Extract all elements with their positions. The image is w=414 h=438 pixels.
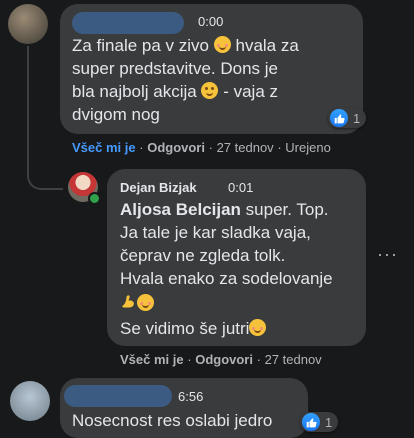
reply-age[interactable]: 27 tednov <box>265 352 322 367</box>
reaction-count: 1 <box>325 414 333 430</box>
more-icon[interactable]: ··· <box>377 244 398 265</box>
like-link[interactable]: Všeč mi je <box>120 352 184 367</box>
thread-line <box>27 46 29 164</box>
reply-actions: Všeč mi je · Odgovori · 27 tednov <box>120 352 322 367</box>
thumbs-up-icon <box>330 109 348 127</box>
like-link[interactable]: Všeč mi je <box>72 140 136 155</box>
thread-curve <box>27 150 63 190</box>
blush-emoji-icon <box>137 294 154 311</box>
reply-text: Aljosa Belcijan super. Top. Ja tale je k… <box>120 200 333 338</box>
redacted-author <box>72 12 184 34</box>
reply-author[interactable]: Dejan Bizjak <box>120 180 197 195</box>
wink-emoji-icon <box>201 82 219 99</box>
muscle-emoji-icon <box>120 293 137 316</box>
avatar[interactable] <box>8 4 48 44</box>
blush-emoji-icon <box>213 36 231 53</box>
reaction-count: 1 <box>353 110 361 126</box>
reply-time: 0:01 <box>228 180 254 195</box>
blush-emoji-icon <box>249 319 267 336</box>
thumbs-up-icon <box>302 413 320 431</box>
redacted-author <box>64 385 172 407</box>
comment-actions: Všeč mi je · Odgovori · 27 tednov · Urej… <box>72 140 331 155</box>
comment-text: Za finale pa v zivo hvala za super preds… <box>72 36 299 124</box>
reply-link[interactable]: Odgovori <box>147 140 205 155</box>
comment-time: 6:56 <box>178 389 204 404</box>
reaction-badge[interactable]: 1 <box>328 108 367 128</box>
edited-label[interactable]: Urejeno <box>285 140 331 155</box>
avatar[interactable] <box>10 381 50 421</box>
tagged-user[interactable]: Aljosa Belcijan <box>120 200 241 219</box>
comment-age[interactable]: 27 tednov <box>217 140 274 155</box>
comment-time: 0:00 <box>198 14 224 29</box>
reaction-badge[interactable]: 1 <box>300 412 339 432</box>
online-status-dot <box>88 192 101 205</box>
reply-link[interactable]: Odgovori <box>195 352 253 367</box>
